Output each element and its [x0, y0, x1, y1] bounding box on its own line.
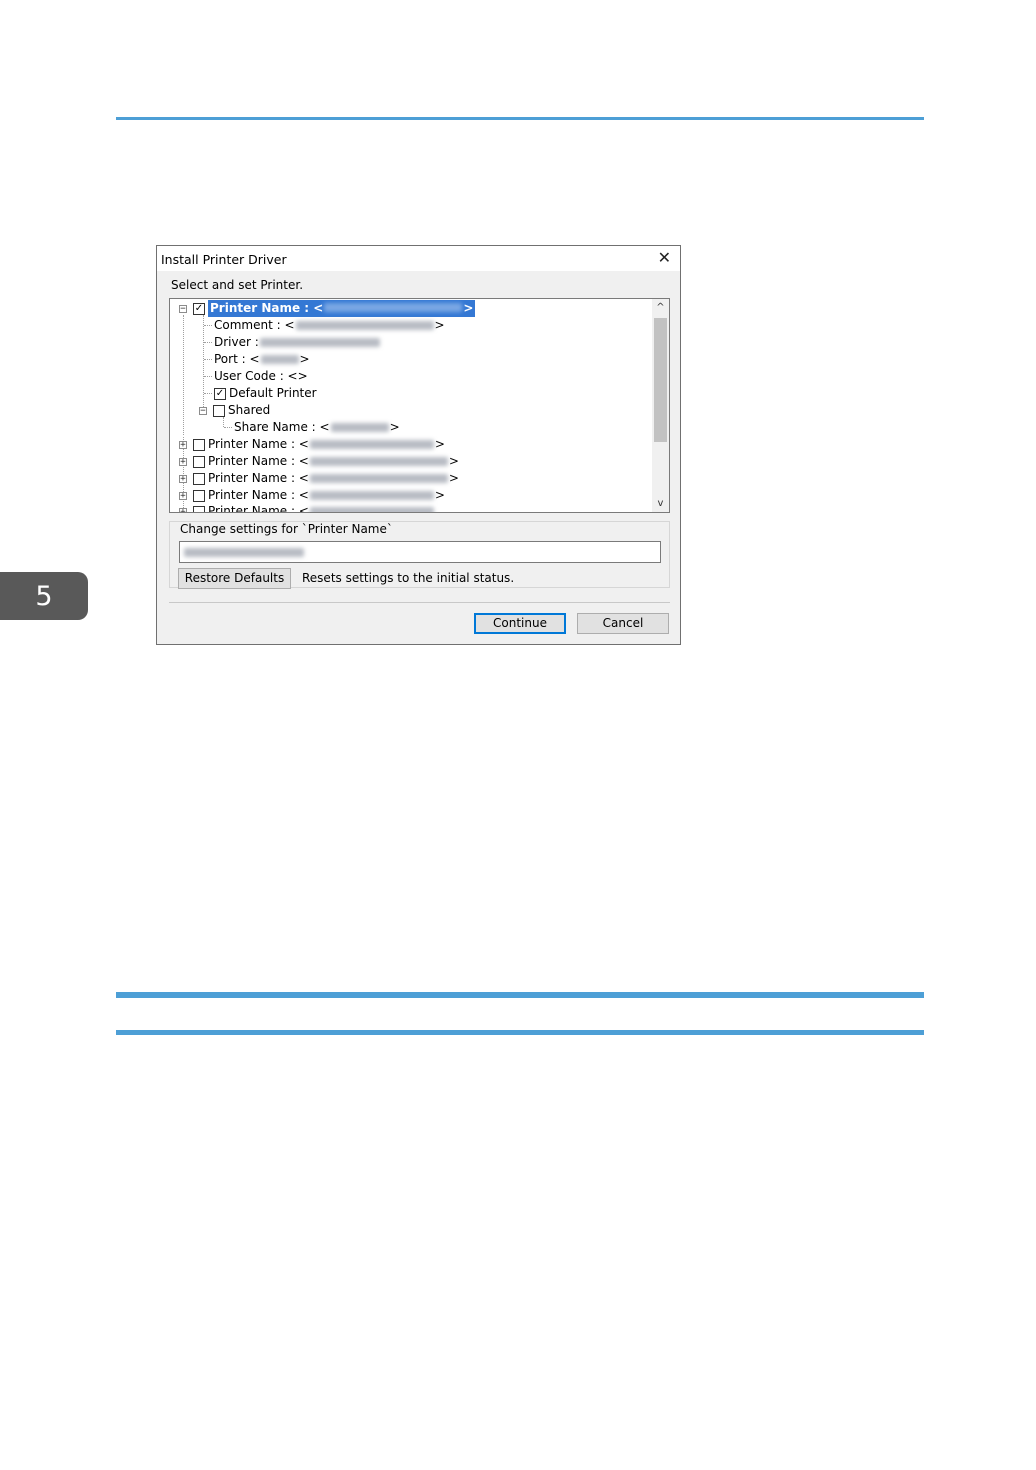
tree-item-printer[interactable]: + Printer Name : < >: [179, 487, 445, 504]
tree-item-driver[interactable]: Driver :: [204, 334, 381, 351]
settings-group-label: Change settings for `Printer Name`: [178, 522, 395, 536]
expand-icon[interactable]: +: [179, 457, 187, 466]
continue-button[interactable]: Continue: [474, 613, 566, 634]
tree-item-default-printer[interactable]: ✓ Default Printer: [204, 385, 317, 402]
tree-item-printer[interactable]: + Printer Name : < >: [179, 436, 445, 453]
tree-item-selected-printer[interactable]: − ✓ Printer Name : < >: [179, 300, 476, 317]
printer-checkbox-checked[interactable]: ✓: [193, 302, 205, 315]
printer-checkbox[interactable]: [193, 472, 205, 485]
redacted-value: [324, 303, 463, 312]
expand-icon[interactable]: +: [179, 440, 187, 449]
redacted-value: [184, 548, 304, 557]
redacted-value: [309, 491, 434, 500]
redacted-value: [259, 338, 380, 347]
printer-checkbox[interactable]: [193, 455, 205, 468]
header-rule: [116, 117, 924, 120]
tree-item-shared[interactable]: − Shared: [199, 402, 270, 419]
scroll-down-icon[interactable]: v: [652, 495, 669, 512]
section-rule: [116, 1030, 924, 1035]
install-printer-driver-dialog: Install Printer Driver ✕ Select and set …: [156, 245, 681, 645]
chapter-number: 5: [35, 580, 53, 612]
dialog-title: Install Printer Driver: [161, 252, 287, 267]
tree-guide-line: [183, 315, 184, 435]
printer-name-field[interactable]: [179, 541, 661, 563]
selected-printer-label[interactable]: Printer Name : < >: [208, 300, 476, 317]
expand-icon[interactable]: +: [179, 491, 187, 500]
dialog-separator: [169, 602, 670, 603]
tree-item-share-name[interactable]: Share Name : < >: [224, 419, 400, 436]
tree-item-comment[interactable]: Comment : < >: [204, 317, 445, 334]
redacted-value: [295, 321, 434, 330]
redacted-value: [309, 457, 448, 466]
redacted-value: [309, 474, 448, 483]
expand-icon[interactable]: +: [179, 507, 187, 512]
tree-item-printer[interactable]: + Printer Name : < >: [179, 453, 459, 470]
collapse-icon[interactable]: −: [179, 304, 187, 313]
redacted-value: [309, 440, 434, 449]
chapter-tab: 5: [0, 572, 88, 620]
cancel-button[interactable]: Cancel: [577, 613, 669, 634]
tree-item-printer[interactable]: + Printer Name : < >: [179, 470, 459, 487]
scroll-thumb[interactable]: [654, 318, 667, 442]
vertical-scrollbar[interactable]: ^ v: [652, 299, 669, 512]
printer-tree[interactable]: − ✓ Printer Name : < > Comment : < > Drive…: [169, 298, 670, 513]
title-bar: Install Printer Driver ✕: [157, 246, 680, 271]
shared-checkbox[interactable]: [213, 404, 225, 417]
printer-checkbox[interactable]: [193, 505, 205, 512]
section-rule: [116, 992, 924, 998]
close-icon[interactable]: ✕: [658, 248, 671, 268]
redacted-value: [309, 507, 434, 512]
collapse-icon[interactable]: −: [199, 406, 207, 415]
tree-item-printer-partial[interactable]: + Printer Name : <: [179, 503, 435, 512]
printer-checkbox[interactable]: [193, 489, 205, 502]
default-printer-checkbox-checked[interactable]: ✓: [214, 387, 226, 400]
redacted-value: [260, 355, 299, 364]
tree-item-port[interactable]: Port : < >: [204, 351, 310, 368]
restore-description: Resets settings to the initial status.: [302, 571, 515, 585]
redacted-value: [330, 423, 389, 432]
restore-defaults-button[interactable]: Restore Defaults: [178, 568, 291, 589]
expand-icon[interactable]: +: [179, 474, 187, 483]
instruction-text: Select and set Printer.: [171, 278, 304, 292]
printer-checkbox[interactable]: [193, 438, 205, 451]
scroll-up-icon[interactable]: ^: [652, 299, 669, 316]
tree-item-user-code[interactable]: User Code : <>: [204, 368, 308, 385]
